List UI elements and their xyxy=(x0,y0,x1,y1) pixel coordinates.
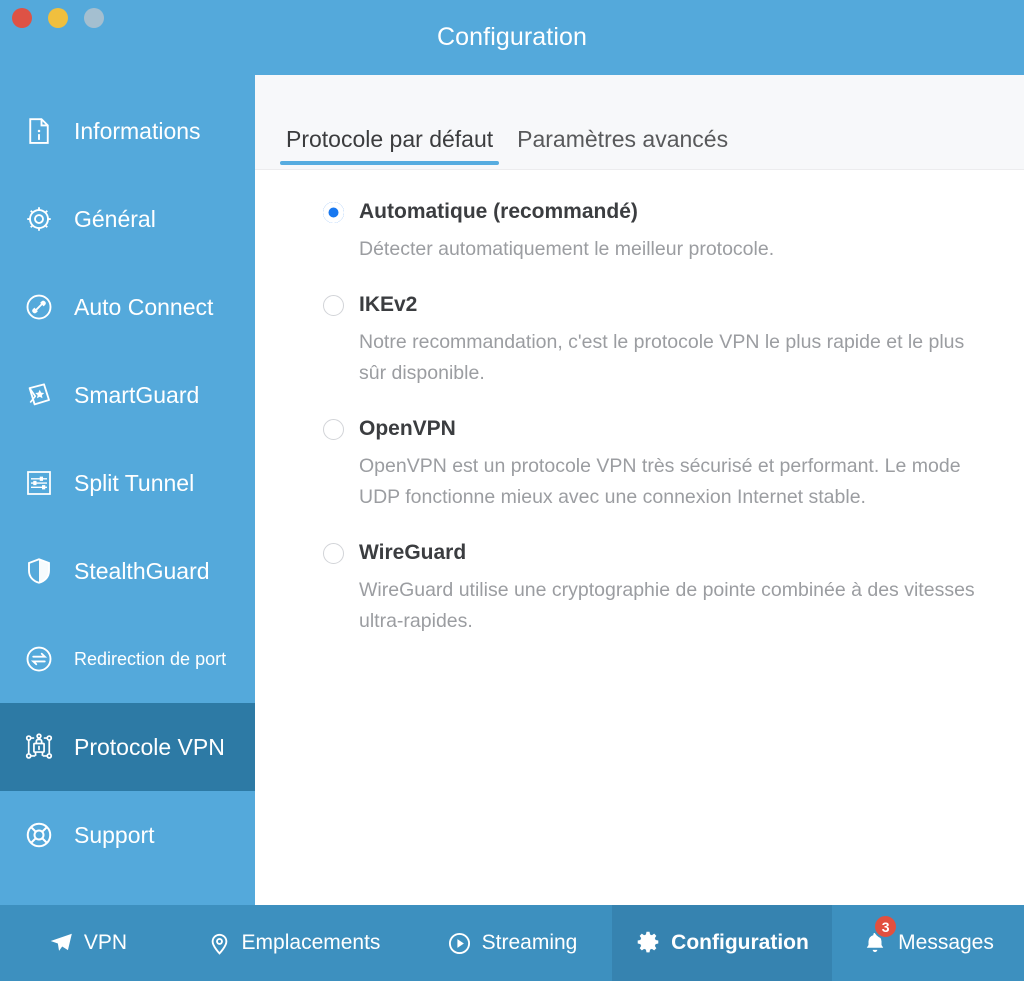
smartguard-shield-icon xyxy=(20,376,58,414)
sidebar-item-stealthguard[interactable]: StealthGuard xyxy=(0,527,255,615)
sidebar-item-informations[interactable]: Informations xyxy=(0,87,255,175)
sidebar-item-label: Informations xyxy=(74,117,201,144)
bottom-nav-streaming[interactable]: Streaming xyxy=(412,905,612,981)
gear-icon xyxy=(20,200,58,238)
sidebar-item-general[interactable]: Général xyxy=(0,175,255,263)
main-content: Protocole par défaut Paramètres avancés … xyxy=(255,75,1024,905)
bottom-nav-label: Messages xyxy=(898,931,994,954)
bottom-nav-label: Streaming xyxy=(481,931,578,954)
sidebar-item-protocole-vpn[interactable]: Protocole VPN xyxy=(0,703,255,791)
tab-bar: Protocole par défaut Paramètres avancés xyxy=(255,75,1024,170)
protocol-option-openvpn[interactable]: OpenVPN OpenVPN est un protocole VPN trè… xyxy=(307,415,996,513)
info-document-icon xyxy=(20,112,58,150)
messages-badge: 3 xyxy=(873,914,899,939)
sidebar-item-label: SmartGuard xyxy=(74,381,200,408)
sidebar-item-label: Protocole VPN xyxy=(74,733,225,760)
sidebar-item-auto-connect[interactable]: Auto Connect xyxy=(0,263,255,351)
sidebar-item-label: StealthGuard xyxy=(74,557,210,584)
bottom-nav-label: Emplacements xyxy=(241,931,381,954)
sidebar: Informations Général Auto Connect SmartG… xyxy=(0,75,255,905)
radio-wireguard[interactable] xyxy=(323,543,344,564)
option-title: OpenVPN xyxy=(359,417,456,440)
tab-parametres-avances[interactable]: Paramètres avancés xyxy=(505,126,740,169)
sidebar-item-split-tunnel[interactable]: Split Tunnel xyxy=(0,439,255,527)
sidebar-item-smartguard[interactable]: SmartGuard xyxy=(0,351,255,439)
option-description: WireGuard utilise une cryptographie de p… xyxy=(359,579,975,632)
protocol-option-automatique[interactable]: Automatique (recommandé) Détecter automa… xyxy=(307,198,996,265)
network-lock-icon xyxy=(20,728,58,766)
bottom-nav-configuration[interactable]: Configuration xyxy=(612,905,832,981)
sidebar-item-label: Auto Connect xyxy=(74,293,214,320)
play-circle-icon xyxy=(447,931,472,956)
protocol-option-list: Automatique (recommandé) Détecter automa… xyxy=(255,170,1024,637)
radio-ikev2[interactable] xyxy=(323,295,344,316)
bottom-nav-messages[interactable]: 3 Messages xyxy=(832,905,1024,981)
sidebar-item-label: Support xyxy=(74,821,155,848)
radio-automatique[interactable] xyxy=(323,202,344,223)
option-title: WireGuard xyxy=(359,541,467,564)
bottom-navigation: VPN Emplacements Streaming Configuration… xyxy=(0,905,1024,981)
plug-circle-icon xyxy=(20,288,58,326)
protocol-option-wireguard[interactable]: WireGuard WireGuard utilise une cryptogr… xyxy=(307,539,996,637)
option-title: Automatique (recommandé) xyxy=(359,200,638,223)
protocol-option-ikev2[interactable]: IKEv2 Notre recommandation, c'est le pro… xyxy=(307,291,996,389)
bottom-nav-label: VPN xyxy=(83,931,128,954)
option-description: Notre recommandation, c'est le protocole… xyxy=(359,331,965,384)
lifebuoy-icon xyxy=(20,816,58,854)
title-bar: Configuration xyxy=(0,0,1024,75)
option-title: IKEv2 xyxy=(359,293,418,316)
option-description: OpenVPN est un protocole VPN très sécuri… xyxy=(359,455,961,508)
sidebar-item-redirection-de-port[interactable]: Redirection de port xyxy=(0,615,255,703)
window-title: Configuration xyxy=(436,23,587,51)
sidebar-item-label: Redirection de port xyxy=(74,648,227,669)
bottom-nav-emplacements[interactable]: Emplacements xyxy=(175,905,412,981)
port-forward-icon xyxy=(20,640,58,678)
bottom-nav-vpn[interactable]: VPN xyxy=(0,905,175,981)
paper-plane-icon xyxy=(48,930,74,956)
sidebar-item-label: Split Tunnel xyxy=(74,469,195,496)
option-description: Détecter automatiquement le meilleur pro… xyxy=(359,238,775,260)
sliders-icon xyxy=(20,464,58,502)
bell-icon: 3 xyxy=(862,914,899,956)
app-window: Configuration Informations Général Auto … xyxy=(0,0,1024,981)
radio-openvpn[interactable] xyxy=(323,419,344,440)
gear-icon xyxy=(635,930,661,956)
bottom-nav-label: Configuration xyxy=(671,931,809,954)
map-pin-icon xyxy=(207,931,232,956)
sidebar-item-label: Général xyxy=(74,205,156,232)
shield-icon xyxy=(20,552,58,590)
sidebar-item-support[interactable]: Support xyxy=(0,791,255,879)
tab-protocole-par-defaut[interactable]: Protocole par défaut xyxy=(274,126,505,169)
